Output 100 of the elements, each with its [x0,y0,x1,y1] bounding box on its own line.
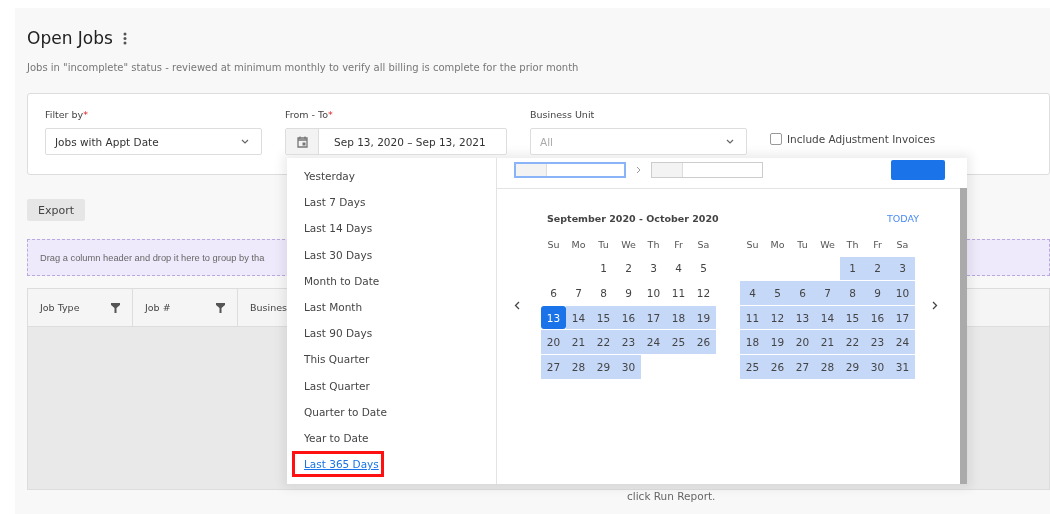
calendar-day[interactable]: 30 [616,354,641,379]
calendar-day[interactable]: 16 [616,305,641,330]
calendar-day[interactable]: 15 [591,305,616,330]
calendar-day[interactable]: 26 [765,354,790,379]
calendar-day[interactable]: 16 [865,305,890,330]
calendar-icon [296,135,308,148]
preset-option[interactable]: Last 90 Days [287,320,496,347]
calendar-day[interactable]: 15 [840,305,865,330]
calendar-day[interactable]: 26 [691,330,716,354]
preset-option[interactable]: Last 7 Days [287,189,496,216]
calendar-day[interactable]: 12 [765,305,790,330]
calendar-day[interactable]: 3 [890,256,915,281]
calendar-day[interactable]: 14 [815,305,840,330]
field-label: Filter by* [45,109,89,122]
calendar-day[interactable]: 11 [666,281,691,305]
weekday-label: Sa [895,237,910,252]
chevron-down-icon [241,139,249,144]
calendar-day[interactable]: 29 [840,354,865,379]
scrollbar[interactable] [960,188,967,484]
select-field[interactable]: Jobs with Appt Date [45,128,262,155]
calendar-day[interactable]: 9 [865,281,890,305]
weekday-label: We [819,237,836,252]
preset-option[interactable]: Year to Date [287,424,496,452]
weekday-label: Tu [597,237,610,252]
calendar-day[interactable]: 28 [815,354,840,379]
calendar-day[interactable]: 23 [865,330,890,354]
calendar-day[interactable]: 10 [641,281,666,305]
field-label: From - To* [285,109,334,122]
export-button[interactable]: Export [27,199,85,221]
calendar-day[interactable]: 8 [591,281,616,305]
weekday-label: Th [646,237,661,252]
today-link[interactable]: TODAY [887,213,919,224]
weekday-label: Su [546,237,561,252]
weekday-label: Mo [769,237,786,252]
calendar-day[interactable]: 12 [691,281,716,305]
calendar-day[interactable]: 29 [591,354,616,379]
preset-option[interactable]: This Quarter [287,346,496,373]
calendar-day[interactable]: 27 [790,354,815,379]
calendar-day[interactable]: 18 [666,305,691,330]
weekday-label: Tu [796,237,809,252]
calendar-day[interactable]: 6 [541,281,566,305]
preset-option[interactable]: Last Month [287,293,496,321]
calendar-day[interactable]: 13 [790,305,815,330]
calendar-day[interactable]: 9 [616,281,641,305]
calendar-day[interactable]: 19 [765,330,790,354]
calendar-day[interactable]: 20 [541,330,566,354]
calendar-day[interactable]: 18 [740,330,765,354]
filter-icon[interactable] [111,302,120,313]
calendar-day[interactable]: 24 [641,330,666,354]
calendar-day[interactable]: 10 [890,281,915,305]
more-icon[interactable] [122,31,127,45]
checkbox[interactable] [770,133,782,145]
preset-option[interactable]: Yesterday [287,163,496,190]
calendar-day[interactable]: 13 [541,305,566,330]
filter-icon[interactable] [216,302,225,313]
calendar-day[interactable]: 4 [740,281,765,305]
page-description: Jobs in "incomplete" status - reviewed at minimum monthly to verify all billing is complete for the prior month [27,62,580,73]
chevron-right-icon [636,166,641,174]
start-date-field[interactable] [514,162,626,178]
page-title: Open Jobs [27,28,113,48]
calendar-day[interactable]: 21 [815,330,840,354]
month-range-title: September 2020 - October 2020 [547,213,719,224]
calendar-day[interactable]: 7 [815,281,840,305]
calendar-day[interactable]: 22 [591,330,616,354]
calendar-day[interactable]: 8 [840,281,865,305]
preset-option[interactable]: Quarter to Date [287,398,496,425]
checkbox-label: Include Adjustment Invoices [787,133,936,145]
calendar-day[interactable]: 31 [890,354,915,379]
calendar-day[interactable]: 1 [840,256,865,281]
calendar-day[interactable]: 27 [541,354,566,379]
preset-option[interactable]: Last 14 Days [287,215,496,242]
date-range-field[interactable]: Sep 13, 2020 – Sep 13, 2021 [285,128,507,155]
calendar-day[interactable]: 20 [790,330,815,354]
empty-message: click Run Report. [627,490,716,502]
calendar-day[interactable]: 2 [865,256,890,281]
calendar-day[interactable]: 28 [566,354,591,379]
calendar-day[interactable]: 5 [765,281,790,305]
calendar-day[interactable]: 17 [641,305,666,330]
calendar-day[interactable]: 30 [865,354,890,379]
calendar-day[interactable]: 17 [890,305,915,330]
calendar-day[interactable]: 24 [890,330,915,354]
weekday-label: Fr [673,237,684,252]
calendar-day[interactable]: 22 [840,330,865,354]
calendar-day[interactable]: 25 [740,354,765,379]
calendar-day[interactable]: 25 [666,330,691,354]
calendar-day[interactable]: 14 [566,305,591,330]
calendar-day[interactable]: 7 [566,281,591,305]
calendar-day[interactable]: 21 [566,330,591,354]
weekday-label: We [620,237,637,252]
preset-option[interactable]: Last Quarter [287,372,496,399]
calendar-day[interactable]: 23 [616,330,641,354]
column-header[interactable]: Job # [133,289,238,326]
preset-option[interactable]: Last 365 Days [292,451,384,478]
calendar-day[interactable]: 19 [691,305,716,330]
end-date-field[interactable] [651,162,763,178]
weekday-label: Fr [872,237,883,252]
calendar-day[interactable]: 11 [740,305,765,330]
preset-option[interactable]: Last 30 Days [287,241,496,268]
column-header[interactable]: Job Type [28,289,133,326]
calendar-day[interactable]: 6 [790,281,815,305]
